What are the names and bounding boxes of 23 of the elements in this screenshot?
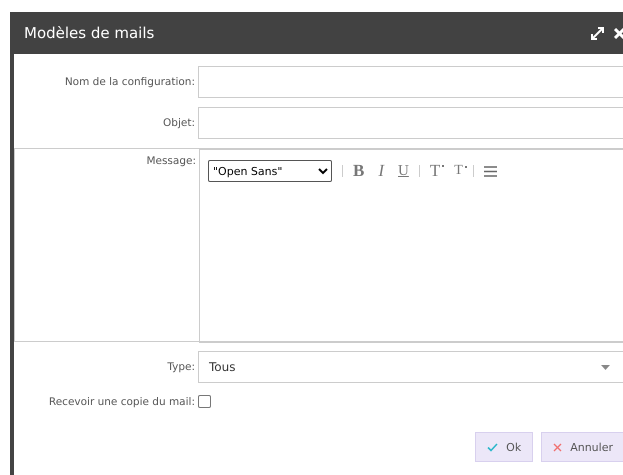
italic-button[interactable]: I — [378, 161, 384, 181]
cancel-button[interactable]: Annuler — [541, 432, 623, 462]
field-label: Nom de la configuration: — [64, 76, 196, 88]
input-field[interactable] — [198, 107, 623, 139]
field-label: Objet: — [162, 117, 196, 129]
check-icon — [487, 442, 498, 452]
field-label: Type: — [166, 361, 196, 373]
ok-button[interactable]: Ok — [475, 432, 534, 462]
expand-icon[interactable] — [591, 26, 604, 40]
align-icon[interactable] — [484, 166, 497, 176]
window-title: Modèles de mails — [24, 24, 156, 42]
message-editor[interactable]: "Open Sans" B I U T T — [199, 149, 623, 343]
field-label: Recevoir une copie du mail: — [48, 396, 196, 408]
input-field[interactable] — [198, 66, 623, 98]
font-select[interactable]: "Open Sans" — [208, 160, 332, 182]
checkbox[interactable] — [198, 395, 211, 408]
type-select[interactable]: Tous — [198, 351, 623, 383]
close-icon[interactable] — [614, 28, 623, 38]
field-label: Message: — [145, 154, 197, 167]
underline-button[interactable]: U — [398, 162, 409, 180]
caret-icon — [601, 364, 610, 370]
cross-icon — [553, 442, 562, 452]
bold-button[interactable]: B — [353, 161, 364, 181]
